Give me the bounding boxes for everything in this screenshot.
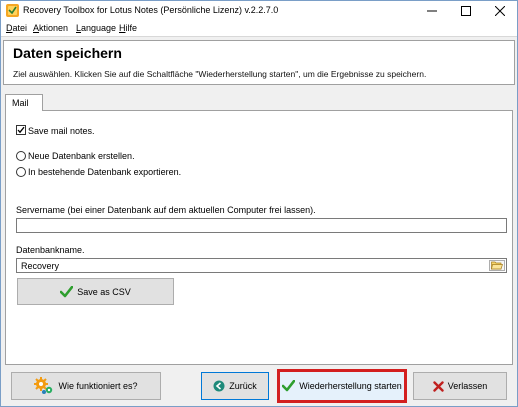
menu-language[interactable]: Language — [76, 23, 116, 33]
start-recovery-button[interactable]: Wiederherstellung starten — [277, 369, 407, 403]
radio-existing-database[interactable] — [16, 167, 26, 177]
servername-label: Servername (bei einer Datenbank auf dem … — [16, 205, 316, 215]
radio-new-database-label[interactable]: Neue Datenbank erstellen. — [28, 151, 135, 161]
menu-language-label: anguage — [81, 23, 117, 33]
save-mail-notes-label[interactable]: Save mail notes. — [28, 126, 95, 136]
minimize-button[interactable] — [415, 1, 449, 21]
start-recovery-label: Wiederherstellung starten — [299, 381, 402, 391]
back-label: Zurück — [229, 381, 257, 391]
tab-panel-mail: Save mail notes. Neue Datenbank erstelle… — [5, 110, 513, 365]
folder-open-icon — [491, 261, 503, 270]
menu-bar: Datei Aktionen Language Hilfe — [1, 21, 517, 37]
green-check-icon — [60, 285, 74, 298]
back-arrow-icon — [213, 380, 225, 392]
maximize-icon — [461, 6, 471, 16]
close-icon — [495, 6, 505, 16]
save-mail-notes-checkbox[interactable] — [16, 125, 26, 135]
menu-aktionen[interactable]: Aktionen — [33, 23, 68, 33]
step-header: Daten speichern Ziel auswählen. Klicken … — [3, 40, 515, 85]
database-name-label: Datenbankname. — [16, 245, 85, 255]
red-x-icon — [433, 380, 444, 392]
tab-mail[interactable]: Mail — [5, 94, 43, 111]
menu-datei-label: atei — [12, 23, 28, 33]
browse-folder-button[interactable] — [489, 260, 505, 271]
back-button[interactable]: Zurück — [201, 372, 269, 400]
menu-hilfe-label: ilfe — [125, 23, 138, 33]
servername-input[interactable] — [16, 218, 507, 233]
page-subtitle: Ziel auswählen. Klicken Sie auf die Scha… — [13, 69, 427, 79]
tab-mail-label: Mail — [12, 98, 29, 108]
menu-aktionen-label: ktionen — [39, 23, 69, 33]
how-it-works-button[interactable]: Wie funktioniert es? — [11, 372, 161, 400]
gears-icon — [34, 377, 54, 395]
app-window: Recovery Toolbox for Lotus Notes (Persön… — [0, 0, 518, 407]
menu-datei[interactable]: Datei — [6, 23, 27, 33]
checkmark-icon — [17, 126, 25, 134]
page-title: Daten speichern — [13, 45, 122, 61]
database-name-input[interactable]: Recovery — [16, 258, 507, 273]
exit-label: Verlassen — [447, 381, 488, 391]
maximize-button[interactable] — [449, 1, 483, 21]
save-as-csv-label: Save as CSV — [77, 286, 131, 297]
menu-hilfe[interactable]: Hilfe — [119, 23, 137, 33]
exit-button[interactable]: Verlassen — [413, 372, 507, 400]
how-it-works-label: Wie funktioniert es? — [58, 381, 138, 391]
green-check-icon — [282, 380, 296, 392]
save-as-csv-button[interactable]: Save as CSV — [17, 278, 174, 305]
app-logo-icon — [6, 4, 19, 17]
window-title: Recovery Toolbox for Lotus Notes (Persön… — [23, 5, 279, 15]
close-button[interactable] — [483, 1, 517, 21]
radio-existing-database-label[interactable]: In bestehende Datenbank exportieren. — [28, 167, 181, 177]
database-name-value: Recovery — [21, 261, 60, 271]
title-bar: Recovery Toolbox for Lotus Notes (Persön… — [1, 1, 517, 21]
minimize-icon — [427, 10, 437, 12]
radio-new-database[interactable] — [16, 151, 26, 161]
